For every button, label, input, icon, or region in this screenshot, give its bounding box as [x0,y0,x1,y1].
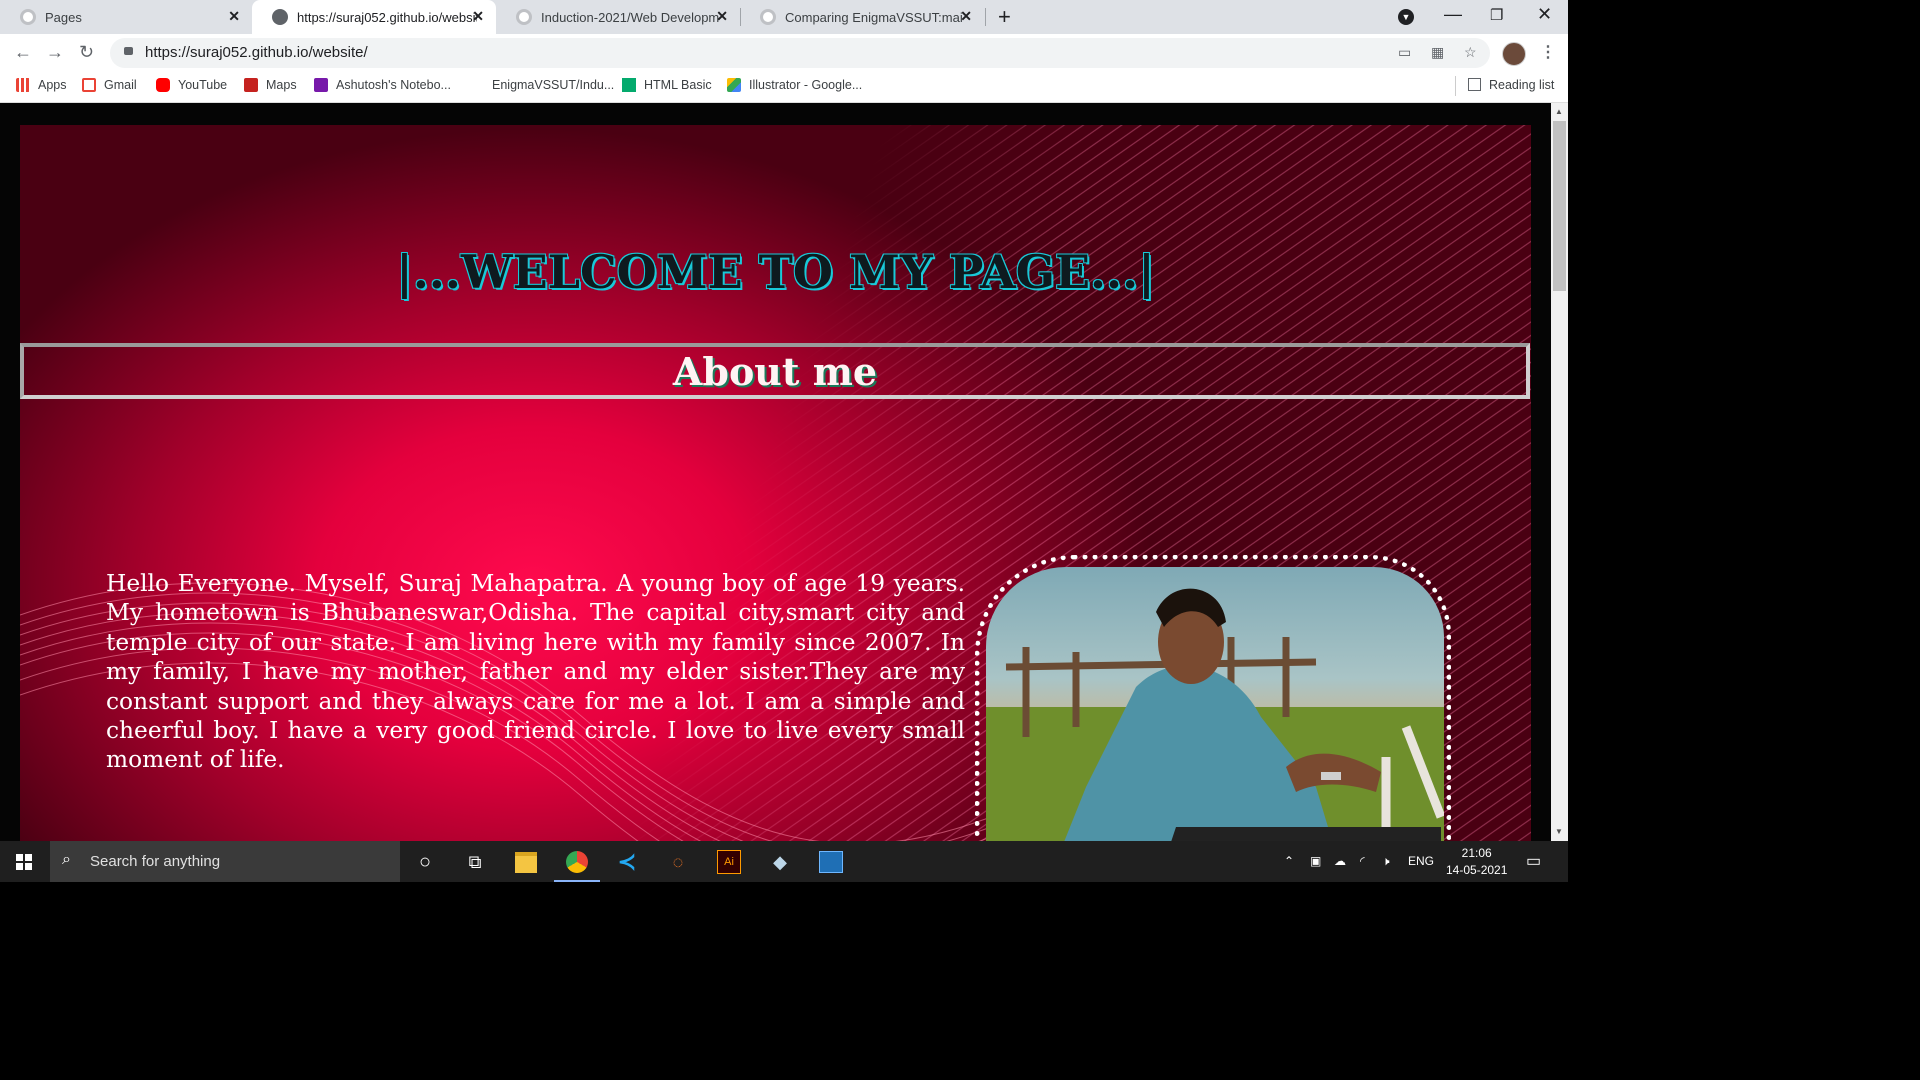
address-bar[interactable]: https://suraj052.github.io/website/ [110,38,1490,68]
google-drive-icon [727,78,741,92]
tray-chevron-icon[interactable]: ⌃ [1284,854,1294,868]
gmail-icon [82,78,96,92]
welcome-heading: |...WELCOME TO MY PAGE...| [396,245,1155,299]
close-tab-icon[interactable]: ✕ [960,8,972,25]
github-icon [20,9,36,25]
tab-divider [985,8,986,26]
tab-search-icon[interactable]: ▼ [1398,9,1414,25]
cast-icon[interactable]: ▭ [1398,44,1414,60]
bookmark-notebook[interactable]: Ashutosh's Notebo... [314,78,451,92]
bookmark-maps[interactable]: Maps [244,78,297,92]
chrome-icon[interactable] [554,847,600,882]
windows-taskbar: ⌕ Search for anything ○ ⧉ ≺ ◌ Ai ◆ ⌃ ▣ ☁… [0,841,1568,882]
bookmark-star-icon[interactable]: ☆ [1464,44,1480,60]
bookmark-label: YouTube [178,78,228,92]
profile-avatar[interactable] [1502,42,1526,66]
bookmark-apps[interactable]: Apps [16,78,67,92]
github-icon [516,9,532,25]
restore-icon[interactable]: ❐ [1490,6,1503,24]
vscode-icon[interactable]: ≺ [612,847,642,877]
photos-icon[interactable] [816,847,846,877]
bookmark-label: HTML Basic [644,78,712,92]
tab-title: Pages [45,9,82,25]
clock-date: 14-05-2021 [1446,863,1508,877]
bookmark-label: Apps [38,78,67,92]
youtube-icon [156,78,170,92]
bio-paragraph: Hello Everyone. Myself, Suraj Mahapatra.… [106,570,965,774]
bookmarks-bar: Apps Gmail YouTube Maps Ashutosh's Noteb… [0,70,1568,103]
github-icon [760,9,776,25]
taskbar-search[interactable]: ⌕ Search for anything [50,841,400,882]
tab-strip: Pages ✕ https://suraj052.github.io/websi… [0,0,1568,34]
page-viewport: |...WELCOME TO MY PAGE...| About me Hell… [0,103,1551,841]
browser-toolbar: ← → ↻ https://suraj052.github.io/website… [0,34,1568,70]
maps-icon [244,78,258,92]
url-text[interactable]: https://suraj052.github.io/website/ [145,44,368,61]
taskbar-search-input[interactable]: Search for anything [90,853,220,870]
scroll-thumb[interactable] [1553,121,1566,291]
onedrive-icon[interactable]: ☁ [1334,854,1346,868]
taskbar-clock[interactable]: 21:06 14-05-2021 [1446,845,1507,879]
bookmark-illustrator[interactable]: Illustrator - Google... [727,78,862,92]
tab-title: Induction-2021/Web Development [541,9,719,25]
tab-induction[interactable]: Induction-2021/Web Development ✕ [496,0,740,34]
close-tab-icon[interactable]: ✕ [716,8,728,25]
bookmark-enigma[interactable]: EnigmaVSSUT/Indu... [470,78,614,92]
notifications-icon[interactable]: ▭ [1526,851,1541,871]
about-me-title: About me [672,349,878,394]
scroll-down-icon[interactable]: ▼ [1555,827,1563,836]
tab-title: https://suraj052.github.io/website/ [297,9,477,25]
reading-list-icon [1468,78,1481,91]
windows-start-icon[interactable] [16,854,32,870]
wifi-icon[interactable]: ◜ [1360,854,1365,868]
bookmark-html-basic[interactable]: HTML Basic [622,78,712,92]
language-indicator[interactable]: ENG [1408,854,1434,868]
clock-time: 21:06 [1461,846,1492,860]
volume-muted-icon[interactable]: 🕨 [1382,854,1390,869]
reading-list-button[interactable]: Reading list [1468,78,1554,92]
menu-icon[interactable]: ⋮ [1540,42,1556,62]
bookmarks-divider [1455,76,1456,96]
paint3d-icon[interactable]: ◆ [765,847,795,877]
tab-website[interactable]: https://suraj052.github.io/website/ ✕ [252,0,496,34]
bookmark-youtube[interactable]: YouTube [156,78,227,92]
file-explorer-icon[interactable] [511,847,541,877]
bookmark-label: Gmail [104,78,137,92]
lock-icon [124,47,133,55]
reload-icon[interactable]: ↻ [79,42,94,63]
bookmark-label: EnigmaVSSUT/Indu... [492,78,615,92]
tab-comparing[interactable]: Comparing EnigmaVSSUT:main... ✕ [740,0,984,34]
bookmark-label: Illustrator - Google... [749,78,863,92]
minimize-icon[interactable]: — [1444,4,1462,25]
page-scrollbar[interactable]: ▲ ▼ [1551,103,1568,841]
close-tab-icon[interactable]: ✕ [472,8,484,25]
meet-now-icon[interactable]: ▣ [1310,854,1321,868]
bookmark-label: Maps [266,78,297,92]
illustrator-icon[interactable]: Ai [714,847,744,877]
bookmark-gmail[interactable]: Gmail [82,78,137,92]
tab-title: Comparing EnigmaVSSUT:main... [785,9,963,25]
cortana-icon[interactable]: ○ [410,847,440,877]
close-window-icon[interactable]: ✕ [1537,4,1552,25]
bookmark-label: Ashutosh's Notebo... [336,78,451,92]
back-icon[interactable]: ← [14,42,32,63]
new-tab-icon[interactable]: + [998,4,1011,30]
extension-icon[interactable]: ▦ [1431,44,1447,60]
apps-grid-icon [16,78,30,92]
about-me-banner: About me [20,343,1530,399]
reading-list-label: Reading list [1489,78,1555,92]
w3schools-icon [622,78,636,92]
hero-section: |...WELCOME TO MY PAGE...| About me Hell… [20,125,1531,841]
photo-frame [975,555,1451,841]
globe-icon [272,9,288,25]
search-icon: ⌕ [62,851,71,868]
github-icon [470,78,484,92]
close-tab-icon[interactable]: ✕ [228,8,240,25]
tab-pages[interactable]: Pages ✕ [0,0,252,34]
scroll-up-icon[interactable]: ▲ [1555,107,1563,116]
jupyter-icon[interactable]: ◌ [663,847,693,877]
onenote-icon [314,78,328,92]
forward-icon[interactable]: → [46,42,64,63]
task-view-icon[interactable]: ⧉ [460,847,490,877]
